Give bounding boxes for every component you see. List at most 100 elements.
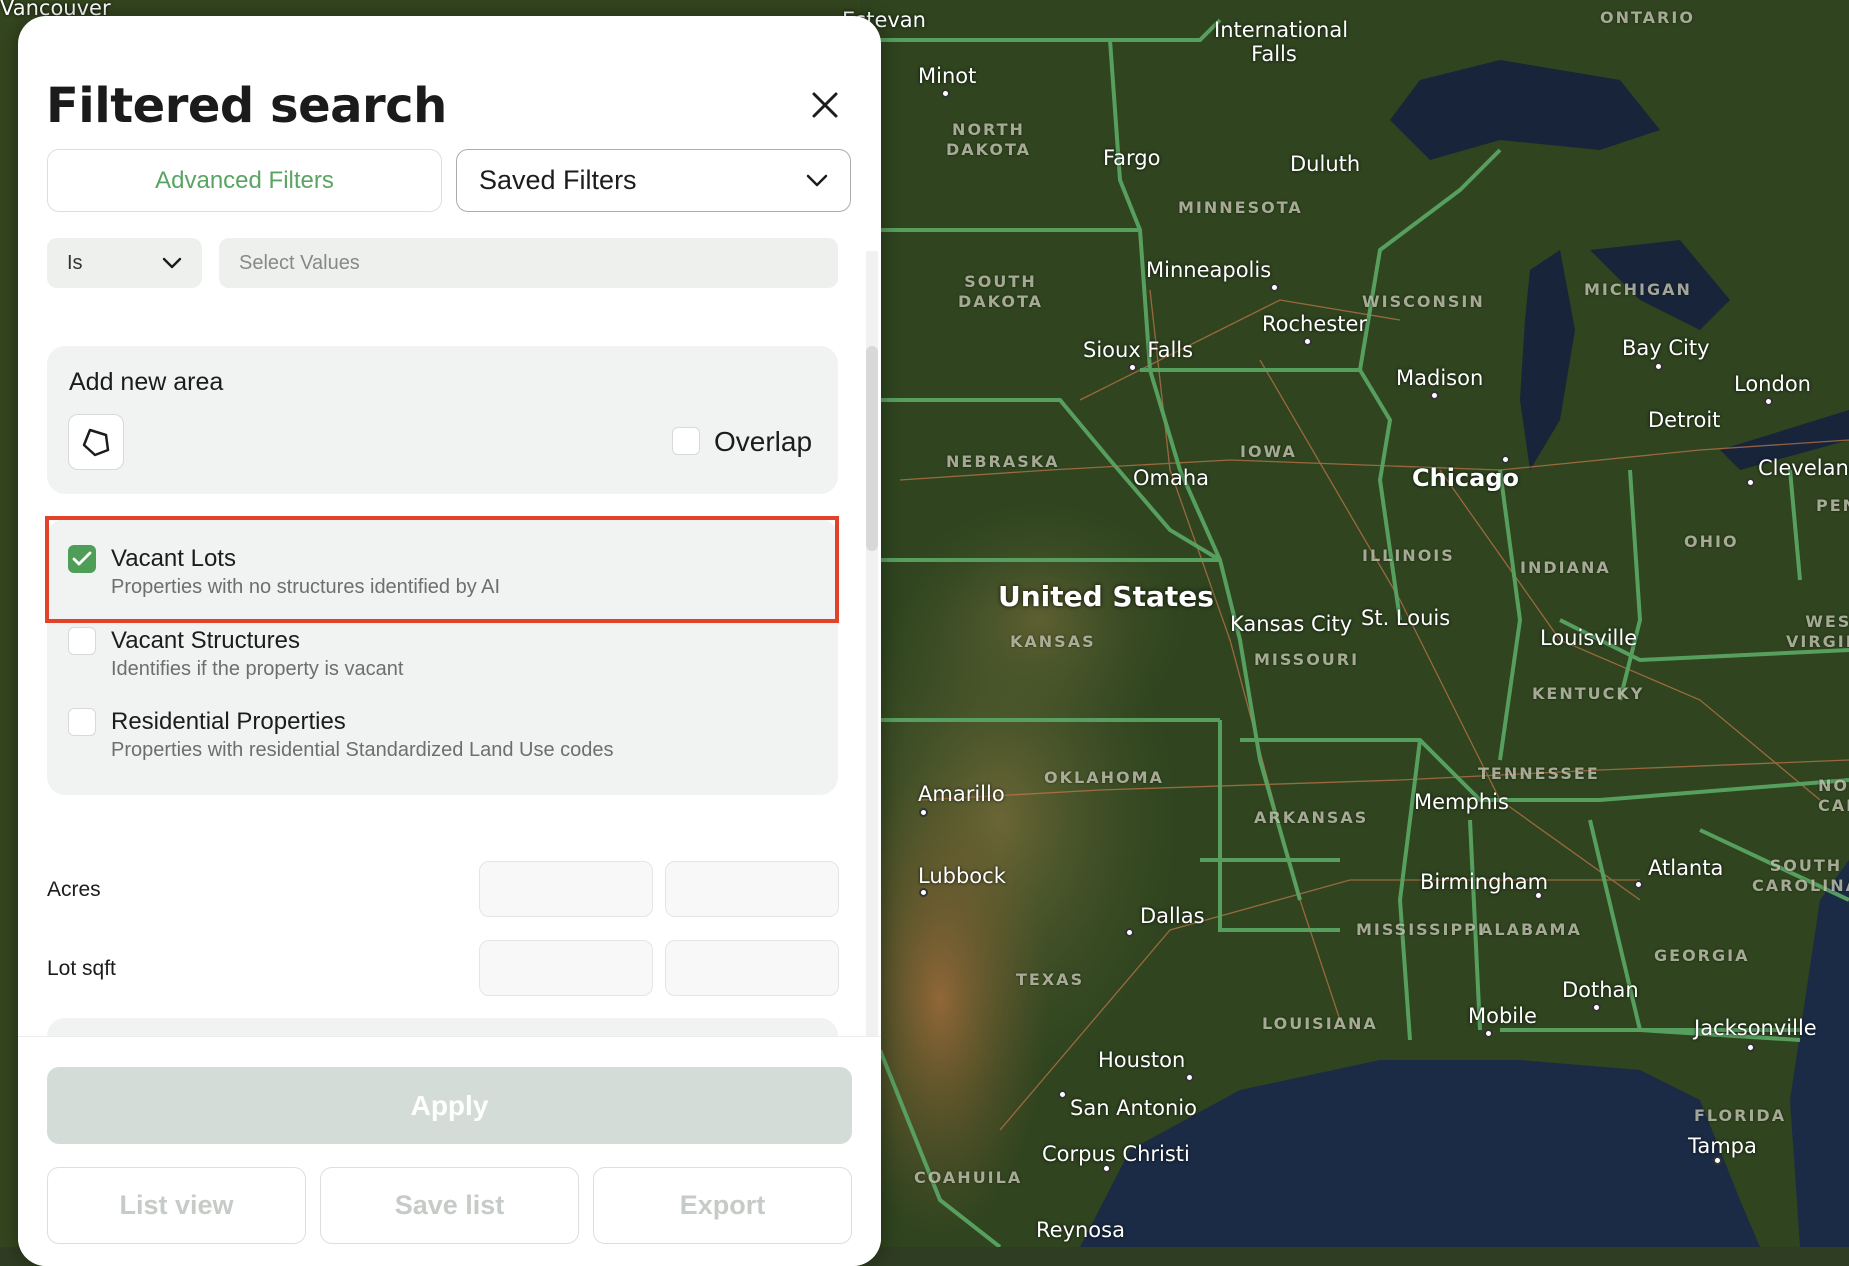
state-label: LOUISIANA	[1262, 1014, 1378, 1033]
state-label: SOUTH CAROLINA	[1752, 856, 1849, 895]
state-label: COAHUILA	[914, 1168, 1023, 1187]
option-description: Properties with residential Standardized…	[111, 739, 614, 761]
state-label: WISCONSIN	[1362, 292, 1485, 311]
state-label: ILLINOIS	[1362, 546, 1455, 565]
city-label: Rochester	[1262, 312, 1367, 336]
city-label: Bay City	[1622, 336, 1710, 360]
city-label: Dallas	[1140, 904, 1205, 928]
state-label: INDIANA	[1520, 558, 1611, 577]
state-label: WEST VIRGINIA	[1786, 612, 1849, 651]
save-list-button[interactable]: Save list	[320, 1167, 579, 1244]
state-label: KENTUCKY	[1532, 684, 1645, 703]
close-icon	[812, 92, 838, 118]
option-description: Identifies if the property is vacant	[111, 658, 404, 680]
overlap-label: Overlap	[714, 426, 813, 457]
city-marker	[1303, 337, 1312, 346]
city-marker	[1654, 362, 1663, 371]
next-filter-card	[47, 1018, 838, 1036]
state-label: KANSAS	[1010, 632, 1096, 651]
city-label: Tampa	[1688, 1134, 1757, 1158]
city-label: Mobile	[1468, 1004, 1537, 1028]
city-label: Omaha	[1133, 466, 1210, 490]
lot-sqft-max-input[interactable]	[665, 940, 839, 996]
scrollbar-thumb[interactable]	[866, 346, 878, 551]
apply-button[interactable]: Apply	[47, 1067, 852, 1144]
property-type-options: Vacant Lots Properties with no structure…	[47, 519, 838, 795]
select-values-input[interactable]	[219, 238, 838, 288]
city-marker	[941, 89, 950, 98]
export-button[interactable]: Export	[593, 1167, 852, 1244]
tab-advanced-filters[interactable]: Advanced Filters	[47, 149, 442, 212]
acres-max-input[interactable]	[665, 861, 839, 917]
operator-select[interactable]: Is	[47, 238, 202, 288]
city-label: Lubbock	[918, 864, 1006, 888]
state-label: ALABAMA	[1480, 920, 1582, 939]
state-label: NEBRASKA	[946, 452, 1060, 471]
city-marker	[1501, 455, 1510, 464]
city-label: Minot	[918, 64, 977, 88]
state-label: TEXAS	[1016, 970, 1085, 989]
residential-properties-checkbox[interactable]	[68, 708, 96, 736]
city-marker	[1764, 397, 1773, 406]
state-label: NOR CARO	[1818, 776, 1849, 815]
city-marker	[1592, 1003, 1601, 1012]
saved-filters-dropdown[interactable]: Saved Filters	[456, 149, 851, 212]
country-label: United States	[998, 580, 1214, 613]
state-label: MISSOURI	[1254, 650, 1360, 669]
city-label: Louisville	[1540, 626, 1638, 650]
city-marker	[1534, 891, 1543, 900]
city-label: Detroit	[1648, 408, 1721, 432]
city-marker	[1185, 1073, 1194, 1082]
operator-value: Is	[67, 251, 83, 274]
city-marker	[1746, 478, 1755, 487]
city-label: Cleveland	[1758, 456, 1849, 480]
city-marker	[1430, 391, 1439, 400]
lot-sqft-min-input[interactable]	[479, 940, 653, 996]
chevron-down-icon	[806, 174, 828, 186]
state-label: MISSISSIPPI	[1356, 920, 1486, 939]
city-label: Duluth	[1290, 152, 1361, 176]
city-marker	[1713, 1156, 1722, 1165]
filtered-search-panel: Filtered search Advanced Filters Saved F…	[18, 16, 881, 1266]
add-area-title: Add new area	[69, 368, 224, 396]
option-title: Residential Properties	[111, 708, 346, 735]
city-label: London	[1734, 372, 1811, 396]
city-marker	[919, 888, 928, 897]
close-button[interactable]	[804, 84, 846, 126]
state-label: IOWA	[1240, 442, 1297, 461]
city-label: Fargo	[1103, 146, 1161, 170]
option-description: Properties with no structures identified…	[111, 576, 501, 598]
state-label: NORTH DAKOTA	[946, 120, 1031, 159]
city-label: Dothan	[1562, 978, 1639, 1002]
filters-scroll-area[interactable]: Is Add new area Overlap	[18, 236, 881, 1036]
tab-advanced-filters-label: Advanced Filters	[155, 166, 334, 194]
state-label: PEN	[1816, 496, 1849, 515]
city-marker	[1484, 1029, 1493, 1038]
list-view-button[interactable]: List view	[47, 1167, 306, 1244]
vacant-lots-checkbox[interactable]	[68, 545, 96, 573]
draw-polygon-button[interactable]	[68, 414, 124, 470]
city-label: Houston	[1098, 1048, 1186, 1072]
state-label: MICHIGAN	[1584, 280, 1692, 299]
city-label: Sioux Falls	[1083, 338, 1194, 362]
city-marker	[1270, 283, 1279, 292]
saved-filters-label: Saved Filters	[479, 165, 637, 195]
city-label: Memphis	[1414, 790, 1509, 814]
city-marker	[1058, 1090, 1067, 1099]
lot-sqft-label: Lot sqft	[47, 957, 116, 980]
option-title: Vacant Structures	[111, 627, 300, 654]
state-label: TENNESSEE	[1478, 764, 1600, 783]
state-label: GEORGIA	[1654, 946, 1750, 965]
state-label: OKLAHOMA	[1044, 768, 1164, 787]
overlap-checkbox[interactable]	[672, 427, 700, 455]
chevron-down-icon	[162, 257, 182, 269]
acres-min-input[interactable]	[479, 861, 653, 917]
checkmark-icon	[72, 551, 92, 566]
city-label: Kansas City	[1230, 612, 1353, 636]
add-area-card: Add new area Overlap	[47, 346, 838, 494]
city-label: Minneapolis	[1146, 258, 1272, 282]
vacant-structures-checkbox[interactable]	[68, 627, 96, 655]
state-label: ARKANSAS	[1254, 808, 1369, 827]
city-label: Madison	[1396, 366, 1484, 390]
city-label: Reynosa	[1036, 1218, 1125, 1242]
